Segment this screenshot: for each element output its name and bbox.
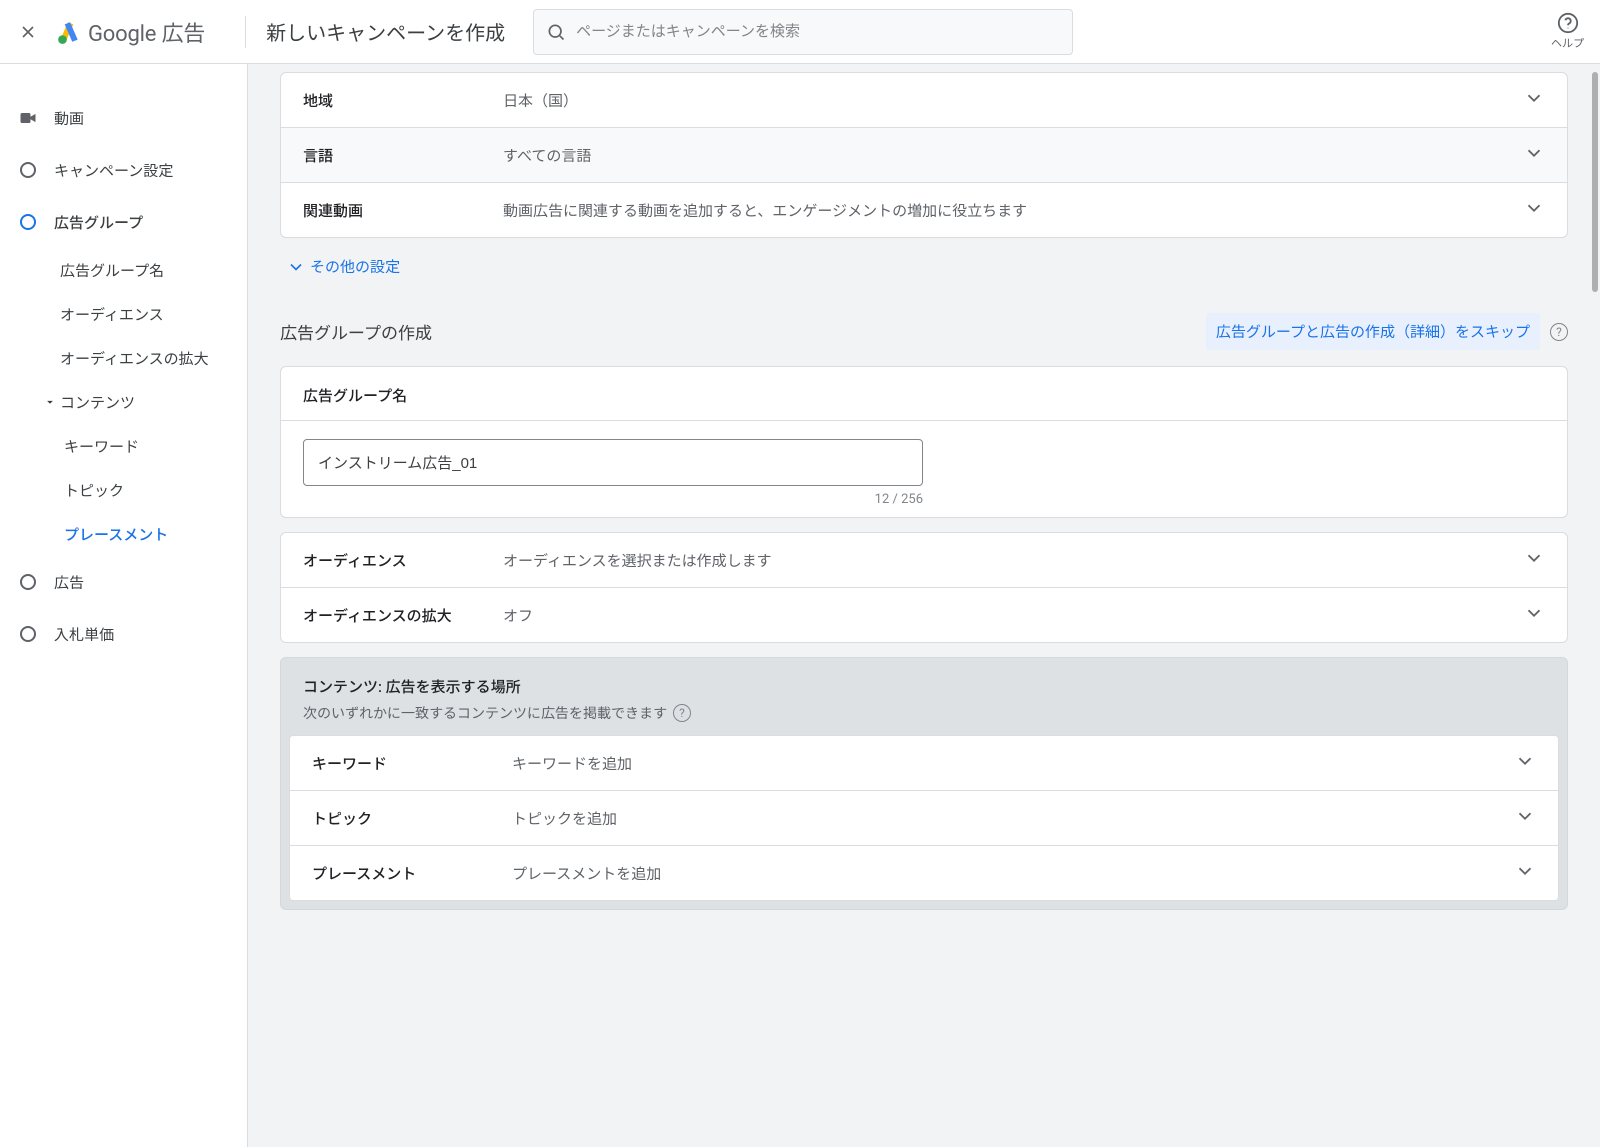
- search-box[interactable]: [533, 9, 1073, 55]
- content-section-title: コンテンツ: 広告を表示する場所: [289, 666, 1559, 699]
- close-icon: [18, 22, 38, 42]
- search-icon: [546, 22, 566, 42]
- char-counter: 12 / 256: [303, 492, 923, 507]
- row-value: 日本（国）: [503, 90, 1523, 111]
- help-tooltip-icon[interactable]: ?: [1550, 323, 1568, 341]
- section-title: 広告グループの作成: [280, 319, 432, 344]
- ad-group-name-input[interactable]: [303, 439, 923, 486]
- chevron-down-icon: [1523, 142, 1545, 168]
- row-value: すべての言語: [503, 145, 1523, 166]
- sidebar-item-ad-group[interactable]: 広告グループ: [0, 196, 247, 248]
- sidebar-sub-audience-expansion[interactable]: オーディエンスの拡大: [60, 336, 247, 380]
- chevron-down-icon: [1514, 750, 1536, 776]
- row-placements[interactable]: プレースメント プレースメントを追加: [290, 845, 1558, 900]
- skip-button[interactable]: 広告グループと広告の作成（詳細）をスキップ: [1206, 313, 1540, 350]
- ring-icon: [20, 214, 36, 230]
- sidebar-item-campaign-settings[interactable]: キャンペーン設定: [0, 144, 247, 196]
- chevron-down-icon: [1514, 860, 1536, 886]
- header-divider: [245, 16, 246, 48]
- content-rows-card: キーワード キーワードを追加 トピック トピックを追加 プレースメント プレース…: [289, 735, 1559, 901]
- chevron-down-icon: [286, 257, 306, 277]
- audience-card: オーディエンス オーディエンスを選択または作成します オーディエンスの拡大 オフ: [280, 532, 1568, 643]
- sidebar: 動画 キャンペーン設定 広告グループ 広告グループ名 オーディエンス オーディエ…: [0, 64, 248, 1147]
- row-value: オフ: [503, 605, 1523, 626]
- row-related-videos[interactable]: 関連動画 動画広告に関連する動画を追加すると、エンゲージメントの増加に役立ちます: [281, 182, 1567, 237]
- sidebar-item-label: キャンペーン設定: [54, 160, 173, 181]
- content-section: コンテンツ: 広告を表示する場所 次のいずれかに一致するコンテンツに広告を掲載で…: [280, 657, 1568, 910]
- google-ads-logo-icon: [56, 19, 82, 45]
- chevron-down-icon: [1523, 197, 1545, 223]
- row-value: トピックを追加: [512, 808, 1514, 829]
- product-logo: Google 広告: [56, 16, 205, 48]
- header: Google 広告 新しいキャンペーンを作成 ヘルプ: [0, 0, 1600, 64]
- row-label: 関連動画: [303, 200, 503, 221]
- section-header: 広告グループの作成 広告グループと広告の作成（詳細）をスキップ ?: [280, 313, 1568, 350]
- help-button[interactable]: ヘルプ: [1551, 12, 1584, 51]
- row-value: 動画広告に関連する動画を追加すると、エンゲージメントの増加に役立ちます: [503, 200, 1523, 221]
- chevron-down-icon: [1523, 87, 1545, 113]
- row-label: トピック: [312, 808, 512, 829]
- sidebar-item-label: コンテンツ: [60, 392, 135, 413]
- sidebar-item-label: 動画: [54, 108, 84, 129]
- sidebar-item-video[interactable]: 動画: [0, 92, 247, 144]
- content-section-subtitle: 次のいずれかに一致するコンテンツに広告を掲載できます: [303, 703, 667, 723]
- row-keywords[interactable]: キーワード キーワードを追加: [290, 736, 1558, 790]
- row-label: キーワード: [312, 753, 512, 774]
- ring-icon: [20, 162, 36, 178]
- product-name: Google 広告: [88, 16, 205, 48]
- page-title: 新しいキャンペーンを作成: [266, 17, 505, 46]
- chevron-down-icon: [1523, 547, 1545, 573]
- sidebar-sub-audience[interactable]: オーディエンス: [60, 292, 247, 336]
- card-header: 広告グループ名: [281, 367, 1567, 421]
- video-icon: [18, 108, 38, 128]
- sidebar-item-bid[interactable]: 入札単価: [0, 608, 247, 660]
- chevron-down-icon: [1514, 805, 1536, 831]
- main-content: 地域 日本（国） 言語 すべての言語 関連動画 動画広告に関連する動画を追加する…: [248, 64, 1600, 1147]
- row-label: オーディエンス: [303, 550, 503, 571]
- more-settings-link[interactable]: その他の設定: [286, 256, 1568, 277]
- help-tooltip-icon[interactable]: ?: [673, 704, 691, 722]
- campaign-settings-card: 地域 日本（国） 言語 すべての言語 関連動画 動画広告に関連する動画を追加する…: [280, 72, 1568, 238]
- ring-icon: [20, 574, 36, 590]
- row-label: 言語: [303, 145, 503, 166]
- sidebar-sub-ad-group-name[interactable]: 広告グループ名: [60, 248, 247, 292]
- row-label: 地域: [303, 90, 503, 111]
- sidebar-sub-placements[interactable]: プレースメント: [64, 512, 247, 556]
- close-button[interactable]: [16, 20, 40, 44]
- sidebar-sub-contents[interactable]: コンテンツ: [42, 380, 247, 424]
- row-region[interactable]: 地域 日本（国）: [281, 73, 1567, 127]
- scrollbar[interactable]: [1592, 72, 1598, 292]
- ad-group-name-card: 広告グループ名 12 / 256: [280, 366, 1568, 518]
- row-audience[interactable]: オーディエンス オーディエンスを選択または作成します: [281, 533, 1567, 587]
- row-label: プレースメント: [312, 863, 512, 884]
- help-icon: [1557, 12, 1579, 34]
- sidebar-item-label: 広告グループ: [54, 212, 143, 233]
- sidebar-item-ads[interactable]: 広告: [0, 556, 247, 608]
- row-value: オーディエンスを選択または作成します: [503, 550, 1523, 571]
- row-topics[interactable]: トピック トピックを追加: [290, 790, 1558, 845]
- chevron-down-icon: [1523, 602, 1545, 628]
- help-label: ヘルプ: [1551, 35, 1584, 51]
- sidebar-sub-keywords[interactable]: キーワード: [64, 424, 247, 468]
- sidebar-item-label: 広告: [54, 572, 84, 593]
- row-value: キーワードを追加: [512, 753, 1514, 774]
- more-settings-label: その他の設定: [310, 256, 400, 277]
- sidebar-item-label: 入札単価: [54, 624, 114, 645]
- ring-icon: [20, 626, 36, 642]
- row-language[interactable]: 言語 すべての言語: [281, 127, 1567, 182]
- caret-down-icon: [42, 395, 58, 409]
- sidebar-sub-topics[interactable]: トピック: [64, 468, 247, 512]
- row-label: オーディエンスの拡大: [303, 605, 503, 626]
- row-audience-expansion[interactable]: オーディエンスの拡大 オフ: [281, 587, 1567, 642]
- row-value: プレースメントを追加: [512, 863, 1514, 884]
- search-input[interactable]: [576, 23, 1060, 40]
